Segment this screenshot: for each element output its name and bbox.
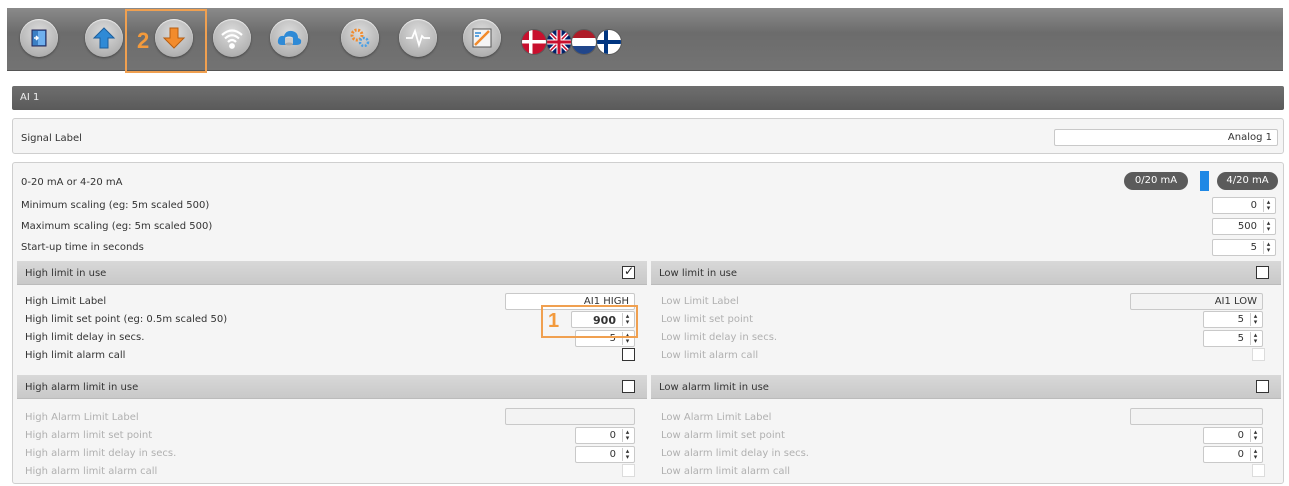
high-alarm-title: High alarm limit in use xyxy=(25,382,139,393)
low-alarm-alarm-label: Low alarm limit alarm call xyxy=(661,466,791,477)
stepper-arrows[interactable]: ▴ ▾ xyxy=(622,429,632,442)
exit-door-icon[interactable] xyxy=(20,19,58,57)
callout-number-2: 2 xyxy=(137,28,150,53)
startup-time-label: Start-up time in seconds xyxy=(21,242,144,253)
low-limit-delay-stepper[interactable]: 5 ▴ ▾ xyxy=(1203,330,1263,347)
high-alarm-alarm-label: High alarm limit alarm call xyxy=(25,466,158,477)
low-limit-label-input[interactable]: AI1 LOW xyxy=(1130,293,1263,310)
low-limit-title: Low limit in use xyxy=(659,268,738,279)
stepper-arrows[interactable]: ▴ ▾ xyxy=(1250,313,1260,326)
low-alarm-setpoint-stepper[interactable]: 0 ▴ ▾ xyxy=(1203,427,1263,444)
low-alarm-header: Low alarm limit in use xyxy=(651,375,1281,399)
section-header: AI 1 xyxy=(12,86,1284,110)
stepper-arrows[interactable]: ▴ ▾ xyxy=(1263,199,1273,212)
low-limit-alarm-label: Low limit alarm call xyxy=(661,350,759,361)
high-limit-setpoint-label: High limit set point (eg: 0.5m scaled 50… xyxy=(25,314,228,325)
high-alarm-header: High alarm limit in use xyxy=(17,375,647,399)
stepper-arrows[interactable]: ▴ ▾ xyxy=(622,448,632,461)
flag-finland-icon[interactable] xyxy=(597,30,621,54)
high-alarm-setpoint-label: High alarm limit set point xyxy=(25,430,153,441)
stepper-arrows[interactable]: ▴ ▾ xyxy=(1250,332,1260,345)
min-scaling-stepper[interactable]: 0 ▴ ▾ xyxy=(1212,197,1276,214)
signal-wave-icon[interactable] xyxy=(399,19,437,57)
startup-time-stepper[interactable]: 5 ▴ ▾ xyxy=(1212,239,1276,256)
high-limit-header: High limit in use xyxy=(17,261,647,285)
low-alarm-title: Low alarm limit in use xyxy=(659,382,769,393)
low-alarm-checkbox[interactable] xyxy=(1256,380,1269,393)
low-alarm-label-caption: Low Alarm Limit Label xyxy=(661,412,772,423)
section-title: AI 1 xyxy=(20,92,40,103)
high-alarm-label-caption: High Alarm Limit Label xyxy=(25,412,139,423)
stepper-arrows[interactable]: ▴ ▾ xyxy=(1263,220,1273,233)
min-scaling-label: Minimum scaling (eg: 5m scaled 500) xyxy=(21,200,210,211)
upload-arrow-icon[interactable] xyxy=(85,19,123,57)
wifi-icon[interactable] xyxy=(213,19,251,57)
signal-label-caption: Signal Label xyxy=(21,133,82,144)
high-limit-label-caption: High Limit Label xyxy=(25,296,107,307)
high-limit-alarm-checkbox[interactable] xyxy=(622,348,635,361)
low-alarm-delay-label: Low alarm limit delay in secs. xyxy=(661,448,809,459)
flag-uk-icon[interactable] xyxy=(547,30,571,54)
low-limit-label-caption: Low Limit Label xyxy=(661,296,739,307)
mode-toggle-indicator[interactable] xyxy=(1200,171,1209,191)
max-scaling-stepper[interactable]: 500 ▴ ▾ xyxy=(1212,218,1276,235)
low-limit-header: Low limit in use xyxy=(651,261,1281,285)
stepper-arrows[interactable]: ▴ ▾ xyxy=(1250,429,1260,442)
high-limit-alarm-label: High limit alarm call xyxy=(25,350,126,361)
high-limit-checkbox[interactable] xyxy=(622,264,635,279)
stepper-arrows[interactable]: ▴ ▾ xyxy=(1263,241,1273,254)
config-panel: 0-20 mA or 4-20 mA 0/20 mA 4/20 mA Minim… xyxy=(12,162,1284,484)
high-alarm-delay-label: High alarm limit delay in secs. xyxy=(25,448,177,459)
callout-number-1: 1 xyxy=(548,310,560,332)
flag-denmark-icon[interactable] xyxy=(522,30,546,54)
max-scaling-label: Maximum scaling (eg: 5m scaled 500) xyxy=(21,221,213,232)
signal-label-panel: Signal Label Analog 1 xyxy=(12,118,1284,154)
low-alarm-setpoint-label: Low alarm limit set point xyxy=(661,430,785,441)
low-limit-delay-label: Low limit delay in secs. xyxy=(661,332,778,343)
low-alarm-delay-stepper[interactable]: 0 ▴ ▾ xyxy=(1203,446,1263,463)
low-alarm-alarm-checkbox[interactable] xyxy=(1252,464,1265,477)
low-alarm-label-input[interactable] xyxy=(1130,408,1263,425)
high-alarm-setpoint-stepper[interactable]: 0 ▴ ▾ xyxy=(575,427,635,444)
mode-0-20-button[interactable]: 0/20 mA xyxy=(1124,172,1188,190)
chart-edit-icon[interactable] xyxy=(463,19,501,57)
high-limit-title: High limit in use xyxy=(25,268,107,279)
high-alarm-checkbox[interactable] xyxy=(622,380,635,393)
low-limit-checkbox[interactable] xyxy=(1256,266,1269,279)
high-alarm-label-input[interactable] xyxy=(505,408,635,425)
mode-label: 0-20 mA or 4-20 mA xyxy=(21,177,123,188)
high-limit-delay-label: High limit delay in secs. xyxy=(25,332,145,343)
high-alarm-alarm-checkbox[interactable] xyxy=(622,464,635,477)
signal-label-input[interactable]: Analog 1 xyxy=(1054,129,1278,146)
mode-4-20-button[interactable]: 4/20 mA xyxy=(1217,172,1278,190)
flag-netherlands-icon[interactable] xyxy=(572,30,596,54)
cloud-database-icon[interactable] xyxy=(270,19,308,57)
gears-icon[interactable] xyxy=(341,19,379,57)
low-limit-alarm-checkbox[interactable] xyxy=(1252,348,1265,361)
high-alarm-delay-stepper[interactable]: 0 ▴ ▾ xyxy=(575,446,635,463)
low-limit-setpoint-label: Low limit set point xyxy=(661,314,754,325)
low-limit-setpoint-stepper[interactable]: 5 ▴ ▾ xyxy=(1203,311,1263,328)
stepper-arrows[interactable]: ▴ ▾ xyxy=(1250,448,1260,461)
